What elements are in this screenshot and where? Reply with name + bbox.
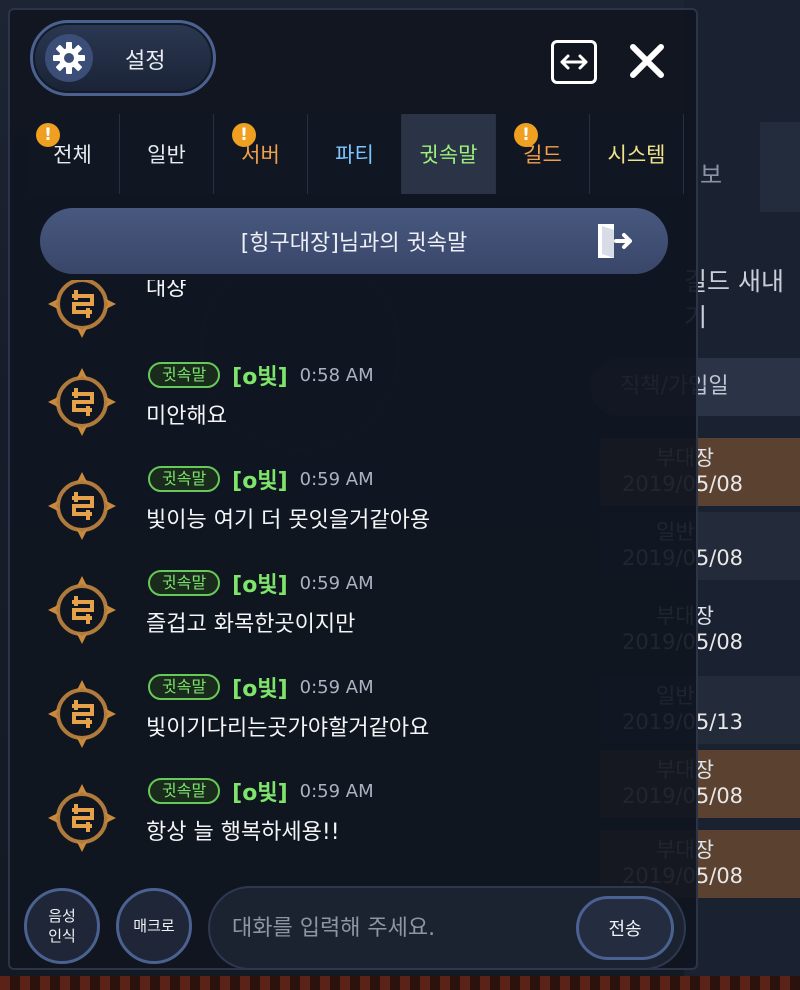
sender-name[interactable]: [o빛] (232, 463, 287, 495)
expand-button[interactable] (551, 40, 597, 84)
whisper-badge: 귓속말 (148, 674, 221, 700)
close-button[interactable] (624, 38, 670, 84)
tab-1[interactable]: 일반 (120, 114, 214, 194)
settings-button[interactable]: 설정 (30, 20, 216, 96)
voice-label-line1: 음성 (48, 907, 76, 925)
guild-emblem-icon[interactable] (46, 366, 118, 438)
tab-6[interactable]: 시스템 (590, 114, 684, 194)
whisper-badge: 귓속말 (148, 362, 221, 388)
message-text: 대쟝 (146, 280, 187, 301)
alert-icon: ! (514, 123, 538, 147)
message-meta: 귓속말 [o빛] 0:59 AM (148, 672, 374, 702)
voice-label-line2: 인식 (48, 927, 76, 945)
settings-label: 설정 (125, 49, 166, 74)
whisper-badge: 귓속말 (148, 466, 221, 492)
expand-arrows-icon (560, 54, 588, 70)
whisper-badge: 귓속말 (148, 570, 221, 596)
alert-icon: ! (232, 123, 256, 147)
tab-2[interactable]: ! 서버 (214, 114, 308, 194)
tab-0[interactable]: ! 전체 (26, 114, 120, 194)
message-meta: 귓속말 [o빛] 0:58 AM (148, 360, 374, 390)
close-icon (630, 44, 664, 78)
message-text: 빛이능 여기 더 못잇을거같아용 (146, 508, 431, 533)
message-text: 즐겁고 화목한곳이지만 (146, 612, 356, 637)
message-meta: 귓속말 [o빛] 0:59 AM (148, 464, 374, 494)
timestamp: 0:59 AM (299, 676, 374, 698)
whisper-header: [힝구대장]님과의 귓속말 (40, 208, 668, 274)
send-label: 전송 (608, 919, 642, 940)
tab-label: 일반 (147, 143, 186, 167)
chat-tabs: ! 전체 일반! 서버 파티 귓속말! 길드 시스템 (26, 114, 684, 194)
sender-name[interactable]: [o빛] (232, 359, 287, 391)
gear-icon (45, 34, 93, 82)
whisper-title: [힝구대장]님과의 귓속말 (240, 231, 468, 256)
tab-label: 시스템 (607, 143, 666, 167)
chat-input-container: 전송 (208, 886, 686, 970)
macro-button[interactable]: 매크로 (116, 888, 192, 964)
guild-emblem-icon[interactable] (46, 470, 118, 542)
timestamp: 0:58 AM (299, 364, 374, 386)
background-tab (760, 122, 800, 212)
tab-4[interactable]: 귓속말 (402, 114, 496, 194)
exit-door-icon[interactable] (592, 220, 634, 262)
sender-name[interactable]: [o빛] (232, 775, 287, 807)
message-meta: 귓속말 [o빛] 0:59 AM (148, 568, 374, 598)
tab-label: 전체 (53, 143, 92, 167)
guild-emblem-icon[interactable] (46, 678, 118, 750)
message-text: 미안해요 (146, 404, 227, 429)
timestamp: 0:59 AM (299, 468, 374, 490)
sender-name[interactable]: [o빛] (232, 671, 287, 703)
tab-label: 귓속말 (419, 143, 478, 167)
macro-label: 매크로 (133, 917, 175, 935)
tab-label: 파티 (335, 143, 374, 167)
guild-emblem-icon[interactable] (46, 782, 118, 854)
guild-emblem-icon[interactable] (46, 574, 118, 646)
message-text: 항상 늘 행복하세용!! (146, 820, 340, 845)
send-button[interactable]: 전송 (576, 896, 674, 960)
background-section-label: 길드 새내기 (684, 267, 784, 332)
chat-input[interactable] (232, 908, 562, 948)
timestamp: 0:59 AM (299, 780, 374, 802)
tab-5[interactable]: ! 길드 (496, 114, 590, 194)
message-meta: 귓속말 [o빛] 0:59 AM (148, 776, 374, 806)
tab-3[interactable]: 파티 (308, 114, 402, 194)
message-text: 빛이기다리는곳가야할거같아요 (146, 716, 430, 741)
timestamp: 0:59 AM (299, 572, 374, 594)
voice-recognition-button[interactable]: 음성 인식 (24, 888, 100, 964)
message-list[interactable]: 대쟝 귓속말 [o빛] 0:58 AM 미안해요 귓속말 [o빛] 0:59 AM 빛이능 여기… (26, 280, 684, 860)
whisper-badge: 귓속말 (148, 778, 221, 804)
guild-emblem-icon[interactable] (46, 280, 118, 340)
alert-icon: ! (36, 123, 60, 147)
sender-name[interactable]: [o빛] (232, 567, 287, 599)
background-tab-label: 보 (700, 161, 723, 189)
background-bottom-bar (0, 976, 800, 990)
